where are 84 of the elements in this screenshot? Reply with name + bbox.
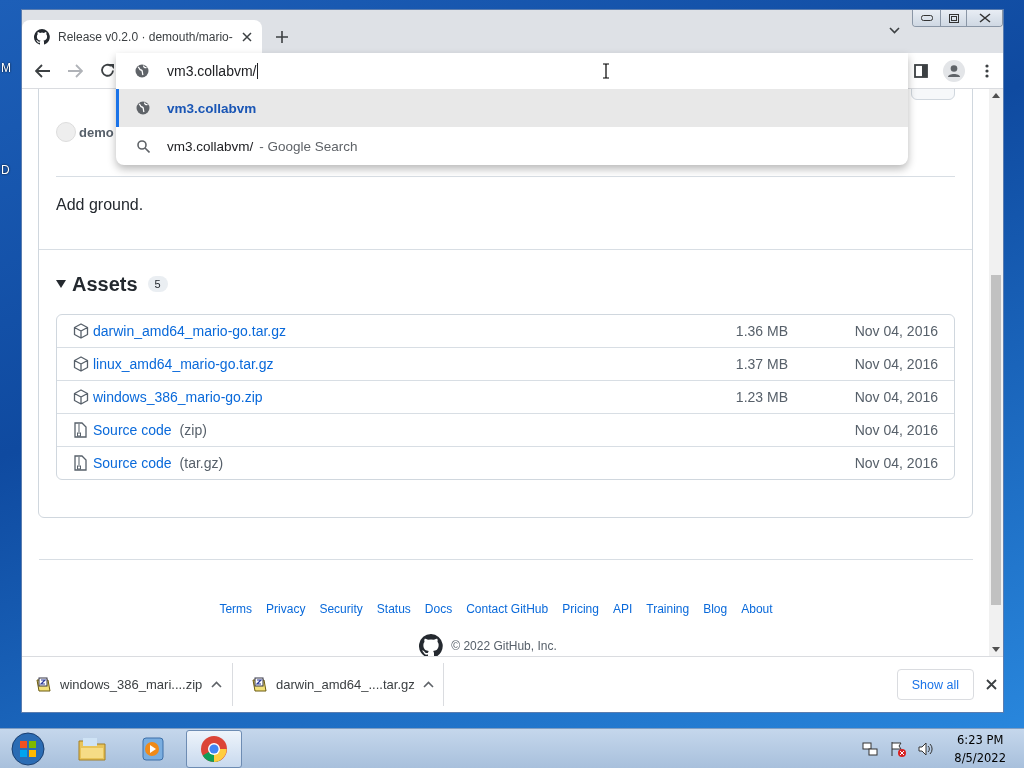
footer-link[interactable]: About xyxy=(741,602,773,616)
flag-icon[interactable] xyxy=(890,740,907,757)
assets-heading[interactable]: Assets xyxy=(72,272,138,296)
folder-icon xyxy=(77,735,107,762)
footer-link[interactable]: Pricing xyxy=(562,602,599,616)
close-icon[interactable] xyxy=(986,679,997,690)
speaker-icon[interactable] xyxy=(918,740,935,757)
file-zip-icon xyxy=(73,455,87,471)
network-icon[interactable] xyxy=(862,740,879,757)
search-icon xyxy=(136,139,150,153)
file-size: 1.37 MB xyxy=(735,356,788,372)
footer-link[interactable]: Security xyxy=(319,602,363,616)
maximize-button[interactable] xyxy=(940,10,966,26)
reload-icon[interactable] xyxy=(99,63,115,78)
show-all-button[interactable]: Show all xyxy=(896,669,974,700)
desktop-icon-label[interactable]: D xyxy=(1,163,10,177)
clock-time: 6:23 PM xyxy=(957,731,1004,749)
asset-link[interactable]: windows_386_mario-go.zip xyxy=(93,389,263,405)
media-player-icon xyxy=(140,735,166,762)
footer-link[interactable]: Docs xyxy=(424,602,453,616)
file-size: 1.23 MB xyxy=(735,389,788,405)
scroll-up-icon[interactable] xyxy=(992,93,1000,98)
asset-date: Nov 04, 2016 xyxy=(853,323,938,339)
copyright: © 2022 GitHub, Inc. xyxy=(451,639,557,653)
browser-tab[interactable]: Release v0.2.0 · demouth/mario- xyxy=(22,20,262,53)
globe-icon xyxy=(134,64,149,78)
author-name[interactable]: demo xyxy=(79,124,114,140)
archive-file-icon xyxy=(34,676,52,693)
asset-date: Nov 04, 2016 xyxy=(853,389,938,405)
expand-triangle-icon[interactable] xyxy=(56,280,66,288)
counter: 5 xyxy=(147,276,168,292)
asset-link[interactable]: Source code (tar.gz) xyxy=(93,455,224,471)
avatar xyxy=(56,122,76,142)
taskbar-app-button[interactable] xyxy=(186,729,242,768)
file-zip-icon xyxy=(73,422,87,438)
suggestion-item[interactable]: vm3.collabvm/ - Google Search xyxy=(116,127,908,165)
cat-logo-icon xyxy=(419,634,444,656)
footer-link[interactable]: Terms xyxy=(219,602,253,616)
scrollbar[interactable] xyxy=(989,89,1003,656)
package-icon xyxy=(73,389,89,405)
desktop-icon-label[interactable]: M xyxy=(1,61,11,75)
suggestion-item[interactable]: vm3.collabvm xyxy=(116,89,908,127)
asset-date: Nov 04, 2016 xyxy=(853,356,938,372)
footer-link[interactable]: Training xyxy=(646,602,690,616)
cat-logo-icon xyxy=(34,28,50,45)
package-icon xyxy=(73,356,89,372)
clock-date: 8/5/2022 xyxy=(954,749,1006,767)
start-button[interactable] xyxy=(8,730,48,767)
file-size: 1.36 MB xyxy=(735,323,788,339)
text-cursor-icon xyxy=(602,63,610,79)
scroll-down-icon[interactable] xyxy=(992,647,1000,652)
archive-file-icon xyxy=(250,676,268,693)
clock[interactable]: 6:23 PM 8/5/2022 xyxy=(954,730,1006,767)
back-icon[interactable] xyxy=(35,63,51,78)
footer-link[interactable]: Status xyxy=(376,602,411,616)
address-field[interactable]: vm3.collabvm/ xyxy=(116,53,908,89)
footer-link[interactable]: Privacy xyxy=(266,602,306,616)
globe-icon xyxy=(136,101,150,115)
asset-link[interactable]: Source code (zip) xyxy=(93,422,207,438)
release-notes: Add ground. xyxy=(39,177,972,250)
footer-link[interactable]: API xyxy=(612,602,633,616)
minimize-button[interactable] xyxy=(913,10,940,26)
menu-icon[interactable] xyxy=(984,63,989,78)
asset-link[interactable]: darwin_amd64_mario-go.tar.gz xyxy=(93,323,286,339)
asset-date: Nov 04, 2016 xyxy=(853,422,938,438)
minimize-icon xyxy=(920,15,933,21)
package-icon xyxy=(73,323,89,339)
asset-date: Nov 04, 2016 xyxy=(853,455,938,471)
restore-icon xyxy=(948,13,959,23)
asset-link[interactable]: linux_amd64_mario-go.tar.gz xyxy=(93,356,274,372)
download-item[interactable]: darwin_amd64_....tar.gz xyxy=(233,663,444,706)
chrome-icon xyxy=(200,734,228,763)
side-panel-icon[interactable] xyxy=(913,63,928,78)
close-button[interactable] xyxy=(966,10,1002,26)
footer-link[interactable]: Contact GitHub xyxy=(466,602,549,616)
caret-up-icon[interactable] xyxy=(211,681,222,688)
close-icon xyxy=(978,13,991,23)
close-icon[interactable] xyxy=(242,31,252,42)
new-tab-icon[interactable] xyxy=(276,31,288,43)
footer-link[interactable]: Blog xyxy=(703,602,728,616)
chevron-down-icon[interactable] xyxy=(889,27,900,34)
caret-up-icon[interactable] xyxy=(422,681,434,688)
download-item[interactable]: windows_386_mari....zip xyxy=(22,663,233,706)
profile-icon[interactable] xyxy=(942,59,965,82)
